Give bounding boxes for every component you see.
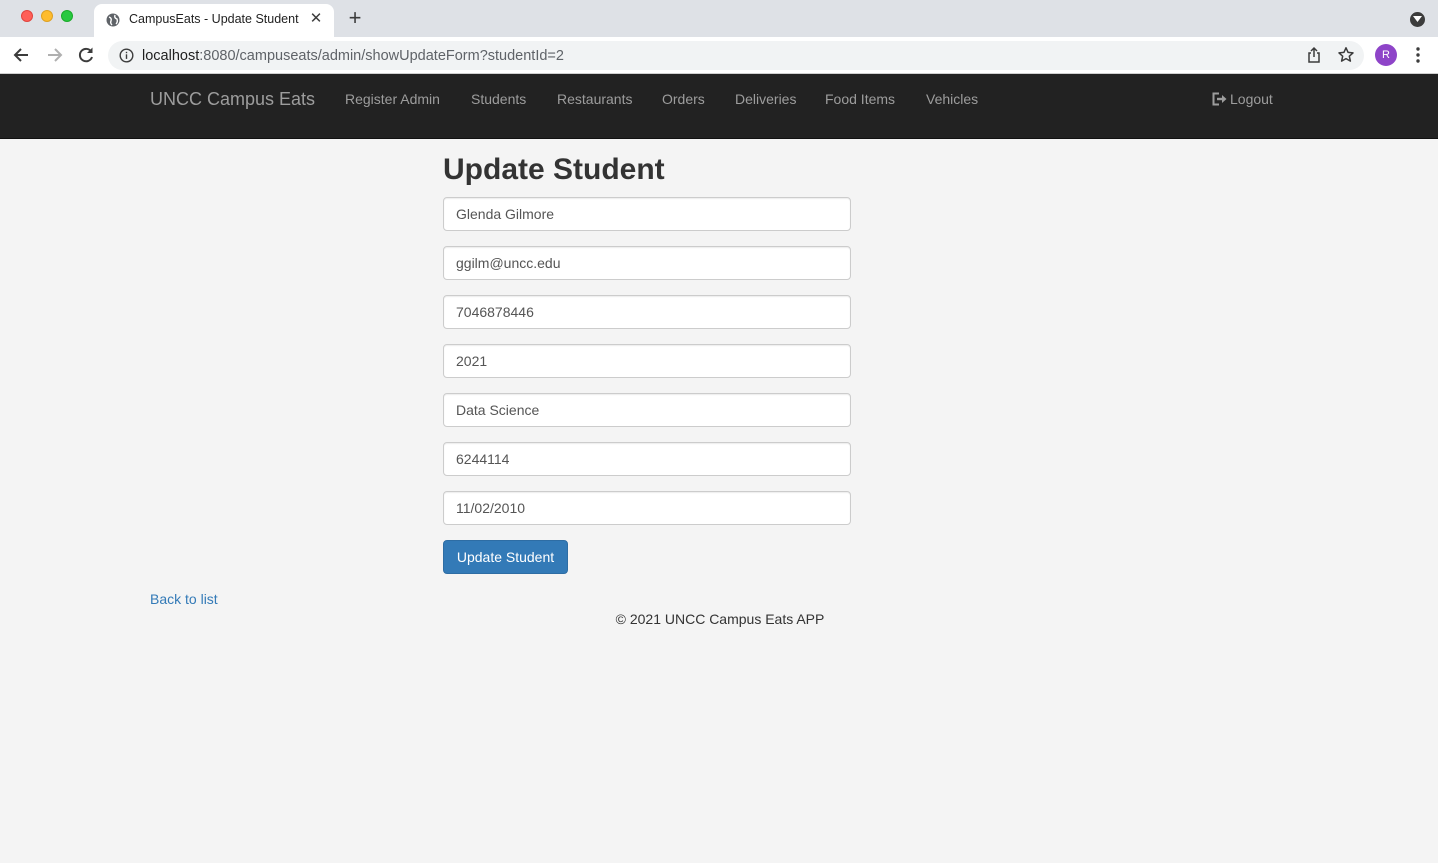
app-navbar: UNCC Campus Eats Register Admin Students… [0, 74, 1438, 139]
date-field[interactable] [443, 491, 851, 525]
window-minimize-button[interactable] [41, 10, 53, 22]
navbar-brand[interactable]: UNCC Campus Eats [150, 89, 315, 110]
update-student-button[interactable]: Update Student [443, 540, 568, 574]
more-menu-icon[interactable] [1410, 46, 1426, 64]
page-title: Update Student [443, 153, 665, 186]
window-maximize-button[interactable] [61, 10, 73, 22]
tab-search-button[interactable] [1410, 12, 1425, 27]
back-to-list-link[interactable]: Back to list [150, 591, 218, 607]
reload-icon[interactable] [76, 45, 96, 65]
nav-orders[interactable]: Orders [662, 91, 705, 107]
back-arrow-icon[interactable] [12, 45, 32, 65]
logout-icon [1212, 92, 1227, 106]
share-icon[interactable] [1305, 46, 1323, 64]
info-icon[interactable] [119, 48, 134, 63]
nav-students[interactable]: Students [471, 91, 526, 107]
logout-label: Logout [1230, 91, 1273, 107]
footer: © 2021 UNCC Campus Eats APP [0, 611, 1438, 627]
url-path: :8080/campuseats/admin/showUpdateForm?st… [199, 48, 564, 64]
nav-deliveries[interactable]: Deliveries [735, 91, 796, 107]
globe-icon [106, 13, 120, 27]
nav-register-admin[interactable]: Register Admin [345, 91, 440, 107]
window-close-button[interactable] [21, 10, 33, 22]
email-field[interactable] [443, 246, 851, 280]
new-tab-button[interactable]: + [345, 7, 365, 29]
bookmark-star-icon[interactable] [1337, 46, 1355, 64]
major-field[interactable] [443, 393, 851, 427]
nav-vehicles[interactable]: Vehicles [926, 91, 978, 107]
url-text: localhost:8080/campuseats/admin/showUpda… [142, 48, 564, 64]
browser-toolbar: localhost:8080/campuseats/admin/showUpda… [0, 37, 1438, 74]
nav-food-items[interactable]: Food Items [825, 91, 895, 107]
address-bar[interactable]: localhost:8080/campuseats/admin/showUpda… [108, 41, 1364, 70]
student-id-field[interactable] [443, 442, 851, 476]
nav-restaurants[interactable]: Restaurants [557, 91, 632, 107]
browser-tab[interactable]: CampusEats - Update Student ✕ [94, 4, 334, 37]
phone-field[interactable] [443, 295, 851, 329]
name-field[interactable] [443, 197, 851, 231]
year-field[interactable] [443, 344, 851, 378]
footer-text: © 2021 UNCC Campus Eats APP [615, 611, 825, 627]
chevron-down-icon [1413, 16, 1422, 22]
logout-link[interactable]: Logout [1212, 91, 1273, 107]
tab-close-icon[interactable]: ✕ [308, 11, 324, 27]
profile-avatar[interactable]: R [1375, 44, 1397, 66]
url-host: localhost [142, 48, 200, 64]
forward-arrow-icon[interactable] [44, 45, 64, 65]
tab-title: CampusEats - Update Student [129, 12, 299, 26]
browser-tab-bar: CampusEats - Update Student ✕ + [0, 0, 1438, 37]
